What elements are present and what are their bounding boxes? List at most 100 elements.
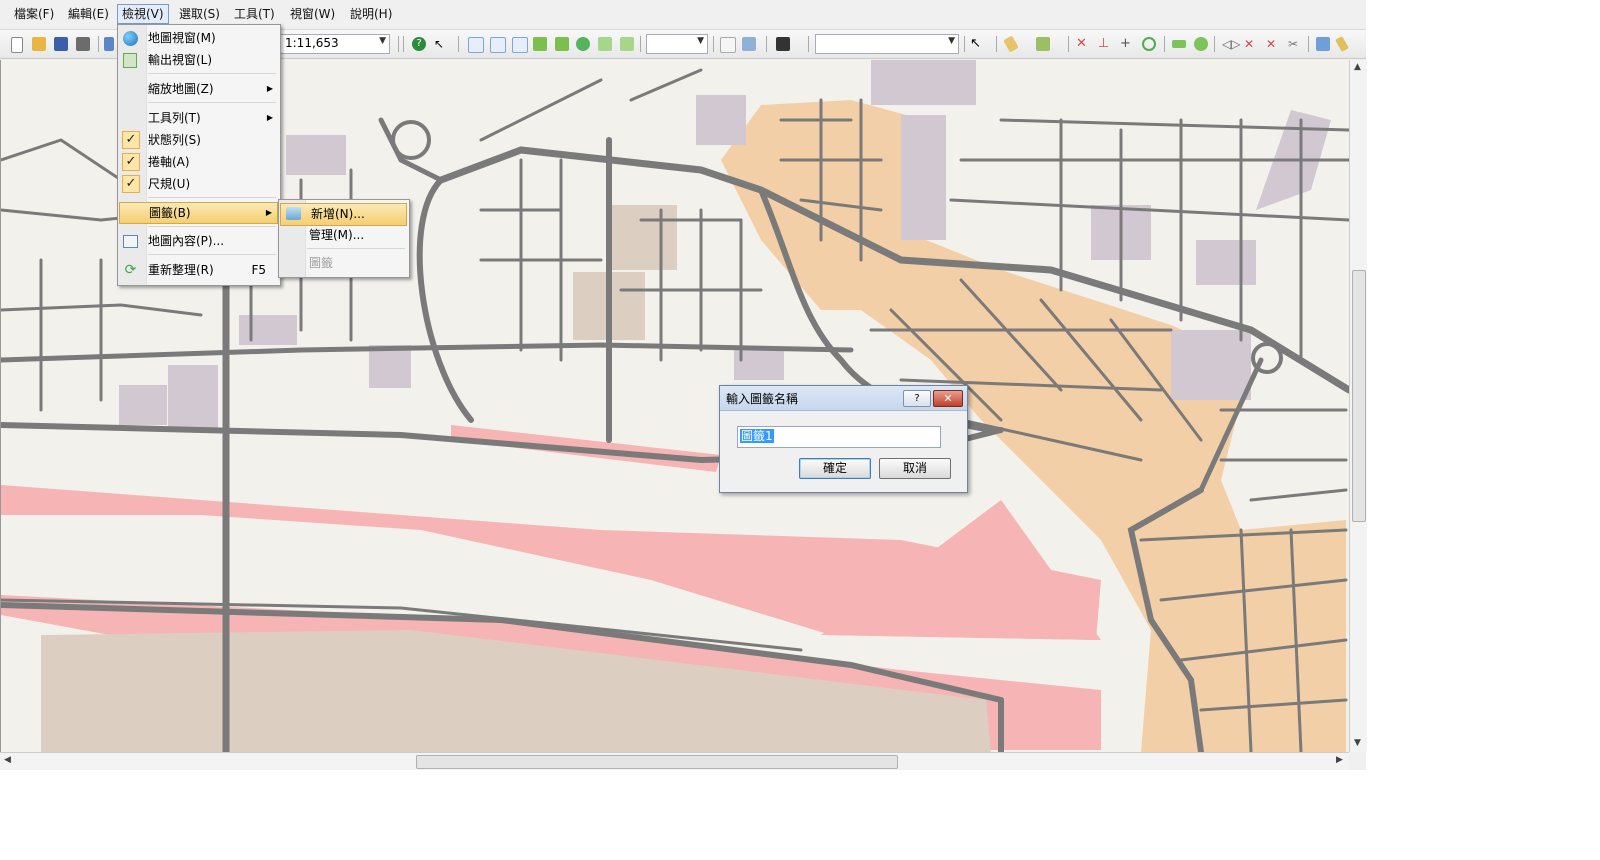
chevron-down-icon: ▼ [379,36,386,46]
scale-value: 1:11,653 [285,36,339,50]
vertical-scrollbar[interactable]: ▲ ▼ [1349,60,1367,752]
scroll-right-icon[interactable]: ▶ [1336,755,1343,765]
checkmark-icon: ✓ [122,131,140,149]
menu-file[interactable]: 檔案(F) [10,5,58,23]
building [168,365,218,428]
menu-item-scrollbars[interactable]: ✓ 捲軸(A) [118,152,278,172]
menu-item-output-window[interactable]: 輸出視窗(L) [118,50,278,70]
select-pointer-icon[interactable]: ↖ [970,37,984,51]
building [119,385,167,425]
zoom-in-icon[interactable] [468,37,484,53]
menu-item-refresh[interactable]: ⟳ 重新整理(R) F5 [118,260,278,280]
table-icon[interactable] [720,37,736,53]
dialog-title-bar: 輸入圖籤名稱 ? ✕ [720,386,967,411]
globe-icon [123,31,138,46]
scroll-left-icon[interactable]: ◀ [4,755,11,765]
building [1171,330,1251,400]
building [901,115,946,240]
bookmark-add-icon [286,207,301,220]
delete-vertex-icon[interactable]: ✕ [1076,37,1090,51]
bookmark-submenu: 新增(N)... 管理(M)... 圖籤 [278,199,410,278]
polygon-icon[interactable] [1194,37,1208,51]
previous-extent-icon[interactable] [598,37,612,51]
view-menu-dropdown: 地圖視窗(M) 輸出視窗(L) 縮放地圖(Z) ▶ 工具列(T) ▶ ✓ 狀態列… [117,24,281,286]
new-icon[interactable] [11,37,23,53]
zoom-out-icon[interactable] [490,37,506,53]
building [286,135,346,175]
submenu-item-add-bookmark[interactable]: 新增(N)... [280,203,407,226]
scale-combo[interactable]: 1:11,653 ▼ [280,34,390,54]
map-content-icon [123,235,138,248]
horizontal-scroll-thumb[interactable] [416,755,898,769]
camera-icon[interactable] [776,37,790,51]
sand-block [611,205,677,270]
pan-icon[interactable] [576,37,590,51]
submenu-arrow-icon: ▶ [265,208,272,217]
checkmark-icon: ✓ [122,175,140,193]
vertical-scroll-thumb[interactable] [1352,270,1366,522]
building [239,315,297,345]
measure-icon[interactable] [1036,37,1050,51]
menu-select[interactable]: 選取(S) [175,5,224,23]
close-button[interactable]: ✕ [933,390,963,407]
reshape-icon[interactable]: ✕ [1266,37,1280,51]
open-icon[interactable] [32,37,46,51]
sand-zone [41,630,991,752]
refresh-icon: ⟳ [124,262,137,278]
dialog-title: 輸入圖籤名稱 [726,392,799,406]
bookmark-name-input[interactable]: 圖籤1 [737,426,941,448]
menu-item-status-bar[interactable]: ✓ 狀態列(S) [118,130,278,150]
split-icon[interactable]: ◁▷ [1222,37,1240,51]
zoom-box-icon[interactable] [512,37,528,53]
help-icon[interactable]: ? [412,37,426,51]
layer-combo[interactable]: ▼ [815,34,959,54]
draw-line-icon[interactable] [1003,35,1019,53]
submenu-arrow-icon: ▶ [266,84,273,93]
building [696,95,746,145]
scroll-up-icon[interactable]: ▲ [1354,62,1361,72]
zoom-layer-icon[interactable] [533,37,547,51]
menu-item-ruler[interactable]: ✓ 尺規(U) [118,174,278,194]
menu-edit[interactable]: 編輯(E) [64,5,113,23]
scroll-down-icon[interactable]: ▼ [1354,738,1361,748]
menu-item-bookmarks[interactable]: 圖籤(B) ▶ [119,202,278,224]
vertex-icon[interactable]: ⊥ [1098,37,1112,51]
menu-window[interactable]: 視窗(W) [286,5,339,23]
submenu-item-bookmark-list: 圖籤 [309,256,334,270]
checkmark-icon: ✓ [122,153,140,171]
chevron-down-icon: ▼ [948,36,955,46]
print-icon[interactable] [76,37,90,51]
bookmark-name-value: 圖籤1 [740,429,774,443]
layer-icon[interactable] [104,37,114,51]
cancel-button[interactable]: 取消 [879,458,951,479]
menu-item-map-content[interactable]: 地圖內容(P)... [118,231,278,251]
crosshair-icon[interactable]: + [1120,37,1134,51]
layer-list-icon[interactable] [742,37,756,51]
menu-item-toolbars[interactable]: 工具列(T) ▶ [118,108,278,128]
full-extent-icon[interactable] [555,37,569,51]
next-extent-icon[interactable] [620,37,634,51]
point-icon[interactable] [1142,37,1156,51]
edit-icon[interactable] [1316,37,1330,51]
menu-help[interactable]: 說明(H) [346,5,396,23]
horizontal-scrollbar[interactable]: ◀ ▶ [0,752,1349,770]
line-icon[interactable] [1172,40,1186,48]
zoom-level-combo[interactable]: ▼ [646,34,708,54]
building [871,60,976,105]
menu-tools[interactable]: 工具(T) [230,5,279,23]
output-icon [123,53,137,68]
building [1196,240,1256,285]
menu-view[interactable]: 檢視(V) [117,4,169,24]
merge-icon[interactable]: ✕ [1244,37,1258,51]
pencil-icon[interactable] [1335,35,1349,53]
ok-button[interactable]: 確定 [799,458,871,479]
whats-this-icon[interactable]: ↖ [434,37,448,51]
help-button[interactable]: ? [903,390,931,407]
cut-icon[interactable]: ✂ [1288,37,1302,51]
save-icon[interactable] [54,37,68,51]
submenu-arrow-icon: ▶ [266,113,273,122]
menu-item-map-window[interactable]: 地圖視窗(M) [118,28,278,48]
bookmark-name-dialog: 輸入圖籤名稱 ? ✕ 圖籤1 確定 取消 [719,385,968,493]
submenu-item-manage-bookmarks[interactable]: 管理(M)... [279,225,407,246]
menu-item-zoom-map[interactable]: 縮放地圖(Z) ▶ [118,79,278,99]
